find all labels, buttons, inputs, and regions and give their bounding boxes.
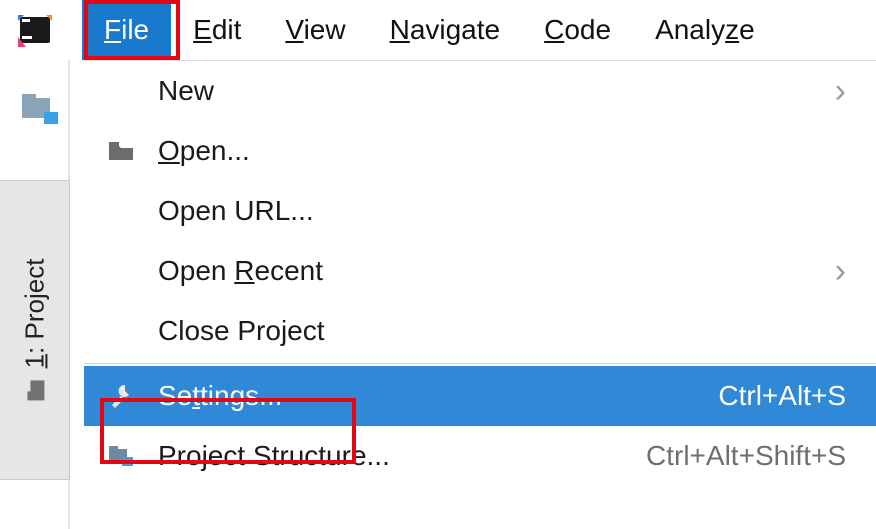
menu-item-label: Open Recent [158,255,835,287]
menu-item-projectstructure[interactable]: Project Structure...Ctrl+Alt+Shift+S [84,426,876,486]
menu-navigate[interactable]: Navigate [368,0,523,60]
project-icon [84,441,158,471]
chevron-right-icon: › [835,72,846,111]
menu-code[interactable]: Code [522,0,633,60]
menu-file[interactable]: File [82,0,171,60]
project-tab-label: 1: Project [19,258,50,368]
menu-item-label: Open... [158,135,846,167]
wrench-icon [84,381,158,411]
menu-item-label: Project Structure... [158,440,646,472]
menu-separator [84,363,876,364]
chevron-right-icon: › [835,252,846,291]
menu-item-label: Open URL... [158,195,846,227]
menu-item-new[interactable]: New› [84,61,876,121]
menubar: FileEditViewNavigateCodeAnalyze [0,0,876,60]
folder-icon [23,378,47,402]
menu-item-openrecent[interactable]: Open Recent› [84,241,876,301]
file-menu-dropdown: New›Open...Open URL...Open Recent›Close … [84,60,876,529]
menu-item-settings[interactable]: Settings...Ctrl+Alt+S [84,366,876,426]
menu-edit[interactable]: Edit [171,0,263,60]
menu-view[interactable]: View [263,0,367,60]
menu-item-shortcut: Ctrl+Alt+Shift+S [646,440,846,472]
menu-analyze[interactable]: Analyze [633,0,777,60]
menu-item-closeproject[interactable]: Close Project [84,301,876,361]
project-tool-window-tab[interactable]: 1: Project [0,180,70,480]
menu-item-label: New [158,75,835,107]
menu-item-label: Settings... [158,380,718,412]
project-view-icon[interactable] [20,88,64,132]
folder-icon [84,136,158,166]
menu-item-shortcut: Ctrl+Alt+S [718,380,846,412]
menu-item-openurl[interactable]: Open URL... [84,181,876,241]
menu-item-open[interactable]: Open... [84,121,876,181]
app-icon [18,13,52,47]
left-toolbar: 1: Project [0,60,84,529]
menu-item-label: Close Project [158,315,846,347]
